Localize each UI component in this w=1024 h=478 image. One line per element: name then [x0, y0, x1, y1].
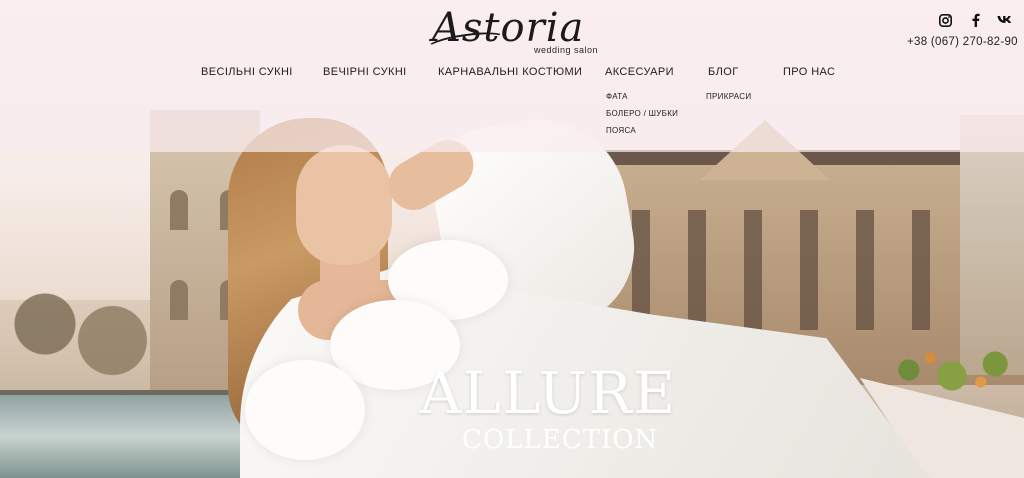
submenu-item-bolero[interactable]: БОЛЕРО / ШУБКИ	[606, 109, 678, 118]
hero-palace-windows	[620, 210, 1010, 330]
main-nav: ВЕСІЛЬНІ СУКНІ ВЕЧІРНІ СУКНІ КАРНАВАЛЬНІ…	[0, 66, 1024, 82]
collection-subtitle: COLLECTION	[462, 425, 659, 455]
model-face	[296, 145, 392, 265]
submenu-item-belts[interactable]: ПОЯСА	[606, 126, 636, 135]
social-links	[937, 12, 1013, 28]
collection-title: ALLURE	[419, 359, 677, 427]
logo-subtitle: wedding salon	[533, 45, 598, 55]
nav-item-accessories[interactable]: АКСЕСУАРИ	[605, 66, 674, 78]
submenu-item-veil[interactable]: ФАТА	[606, 92, 628, 101]
instagram-icon[interactable]	[937, 12, 953, 28]
hero-tower-right	[960, 115, 1024, 375]
facebook-icon[interactable]	[967, 12, 983, 28]
site-header: Astoria wedding salon +38 (067) 270-82-9…	[0, 0, 1024, 152]
vk-icon[interactable]	[997, 12, 1013, 28]
submenu-item-jewelry[interactable]: ПРИКРАСИ	[706, 92, 751, 101]
logo-text: Astoria	[432, 5, 585, 51]
nav-item-blog[interactable]: БЛОГ	[708, 66, 739, 78]
nav-item-wedding-dresses[interactable]: ВЕСІЛЬНІ СУКНІ	[201, 66, 293, 78]
hero-trees	[0, 280, 150, 390]
nav-item-evening-dresses[interactable]: ВЕЧІРНІ СУКНІ	[323, 66, 407, 78]
nav-item-carnival-costumes[interactable]: КАРНАВАЛЬНІ КОСТЮМИ	[438, 66, 582, 78]
nav-item-about[interactable]: ПРО НАС	[783, 66, 835, 78]
brand-logo[interactable]: Astoria wedding salon	[425, 5, 602, 58]
phone-number[interactable]: +38 (067) 270-82-90	[907, 36, 1018, 48]
hero-flowers	[880, 340, 1024, 400]
dress-ruffle	[245, 360, 365, 460]
